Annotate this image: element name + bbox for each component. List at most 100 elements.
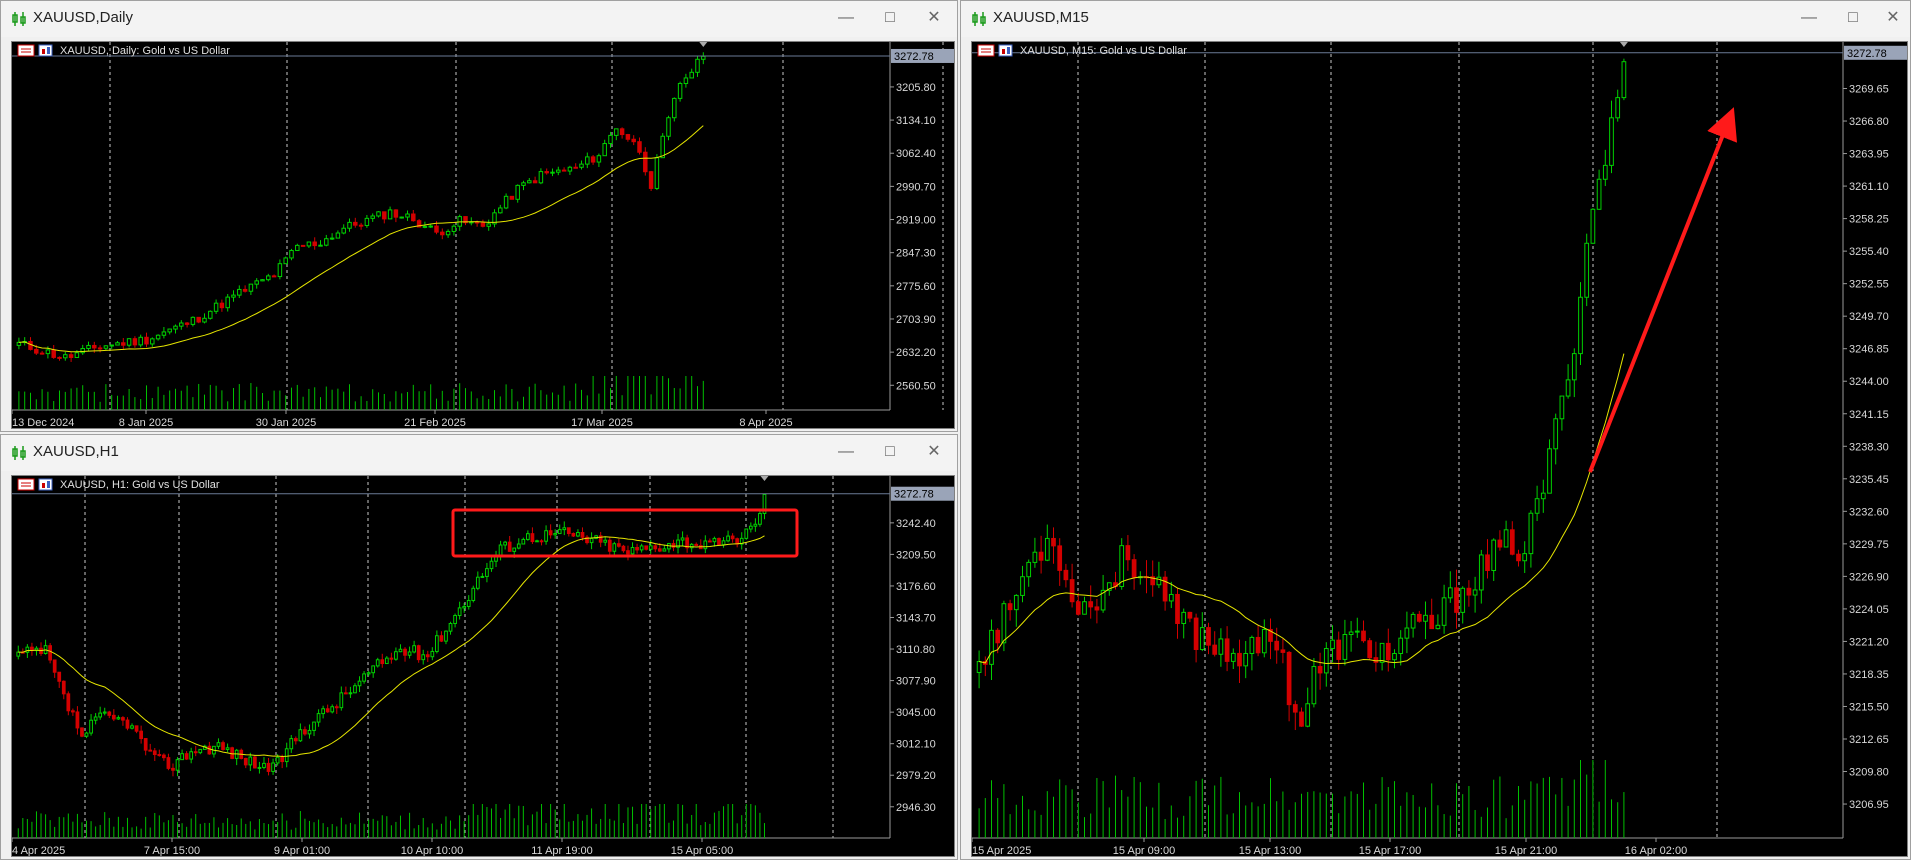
candle-body <box>439 635 444 642</box>
candle-body <box>225 747 230 750</box>
candle-body <box>422 225 428 228</box>
candle-body <box>1398 637 1404 654</box>
candle-body <box>607 539 612 552</box>
candle-body <box>316 713 321 723</box>
price-tick-label: 3012.10 <box>896 739 936 751</box>
candle-body <box>683 77 689 84</box>
candle-body <box>1218 638 1224 655</box>
candle-body <box>1237 652 1242 667</box>
candle-body <box>995 629 1001 644</box>
candle-body <box>412 645 416 653</box>
maximize-icon[interactable]: □ <box>1838 7 1868 29</box>
maximize-icon[interactable]: □ <box>875 7 905 29</box>
candle-body <box>556 169 561 173</box>
candle-body <box>1001 603 1007 644</box>
candle-body <box>1348 631 1354 635</box>
minimize-icon[interactable]: — <box>831 7 861 29</box>
candle-body <box>63 354 68 359</box>
candle-body <box>680 537 685 541</box>
minimize-icon[interactable]: — <box>1794 7 1824 29</box>
close-icon[interactable]: ✕ <box>919 441 949 463</box>
candle-body <box>1590 208 1596 244</box>
candle-body <box>466 599 471 607</box>
candle-body <box>976 661 982 673</box>
last-bar-marker <box>1619 42 1628 47</box>
candle-body <box>614 128 619 136</box>
candle-body <box>515 184 520 200</box>
candle-body <box>451 225 457 232</box>
candle-body <box>221 742 225 750</box>
time-tick-label: 21 Feb 2025 <box>404 417 466 429</box>
candle-body <box>1615 97 1621 119</box>
candle-body <box>384 657 389 665</box>
price-tick-label: 3249.70 <box>1849 311 1889 323</box>
m15-chart-canvas[interactable]: 3269.65 3266.80 3263.95 3261.10 3258.25 3255.… <box>972 42 1908 857</box>
candle-body <box>260 279 265 282</box>
price-tick-label: 3229.75 <box>1849 539 1889 551</box>
candle-body <box>512 547 517 552</box>
daily-chart-canvas[interactable]: 3205.80 3134.10 3062.40 2990.70 2919.00 2847.… <box>12 42 955 429</box>
candle-body <box>631 138 636 143</box>
candle-body <box>695 58 700 73</box>
candle-body <box>143 738 148 751</box>
candle-body <box>348 692 353 695</box>
chart-properties-icon-bar <box>42 483 45 488</box>
daily-chart-window[interactable]: XAUUSD,Daily — □ ✕ 3205.80 3134.10 3062.40… <box>0 0 958 432</box>
price-tick-label: 3062.40 <box>896 148 936 160</box>
candle-body <box>366 672 371 675</box>
candle-body <box>248 283 254 292</box>
candle-body <box>242 288 248 292</box>
candle-body <box>657 548 662 552</box>
time-tick-label: 10 Apr 10:00 <box>401 845 463 857</box>
candle-body <box>1509 529 1515 555</box>
daily-price-chart[interactable]: 3205.80 3134.10 3062.40 2990.70 2919.00 2847.… <box>11 41 955 429</box>
candle-body <box>567 166 573 172</box>
candle-body <box>207 745 212 755</box>
candle-body <box>371 665 376 674</box>
candle-body <box>486 223 491 227</box>
price-tick-label: 3269.65 <box>1849 84 1889 96</box>
candle-body <box>1410 613 1416 629</box>
candle-body <box>1038 551 1044 561</box>
price-tick-label: 3261.10 <box>1849 181 1889 193</box>
candle-body <box>435 635 439 652</box>
time-tick-label: 9 Apr 01:00 <box>274 845 330 857</box>
candle-body <box>703 540 708 550</box>
candle-body <box>93 716 98 721</box>
candle-body <box>1193 617 1199 650</box>
h1-chart-window[interactable]: XAUUSD,H1 — □ ✕ 3242.40 3209.50 3176.60 314… <box>0 434 958 860</box>
minimize-icon[interactable]: — <box>831 441 861 463</box>
m15-chart-window[interactable]: XAUUSD,M15 — □ ✕ 3269.65 3266.80 3263.95 32… <box>960 0 1911 860</box>
h1-window-titlebar[interactable]: XAUUSD,H1 — □ ✕ <box>1 435 957 471</box>
m15-price-chart[interactable]: 3269.65 3266.80 3263.95 3261.10 3258.25 3255.… <box>971 41 1908 857</box>
candle-body <box>660 135 665 159</box>
candle-body <box>362 673 366 682</box>
close-icon[interactable]: ✕ <box>1878 7 1908 29</box>
price-tick-label: 3235.45 <box>1849 474 1889 486</box>
price-tick-label: 3143.70 <box>896 612 936 624</box>
candle-body <box>312 721 316 731</box>
candle-body <box>231 294 236 298</box>
candle-body <box>196 316 201 323</box>
h1-chart-canvas[interactable]: 3242.40 3209.50 3176.60 3143.70 3110.80 3077.… <box>12 476 955 857</box>
time-tick-label: 15 Apr 21:00 <box>1495 845 1557 857</box>
m15-window-titlebar[interactable]: XAUUSD,M15 — □ ✕ <box>961 1 1910 37</box>
time-tick-label: 17 Mar 2025 <box>571 417 633 429</box>
candle-body <box>416 645 421 661</box>
candle-body <box>300 244 306 247</box>
candle-body <box>134 725 139 732</box>
candle-body <box>162 754 166 759</box>
chart-properties-icon <box>38 44 53 57</box>
maximize-icon[interactable]: □ <box>875 441 905 463</box>
daily-window-titlebar[interactable]: XAUUSD,Daily — □ ✕ <box>1 1 957 37</box>
candle-body <box>193 751 198 754</box>
close-icon[interactable]: ✕ <box>919 7 949 29</box>
candle-body <box>457 216 462 227</box>
candle-body <box>662 548 667 552</box>
h1-price-chart[interactable]: 3242.40 3209.50 3176.60 3143.70 3110.80 3077.… <box>11 475 955 857</box>
candle-body <box>167 328 172 333</box>
time-tick-label: 15 Apr 2025 <box>972 845 1031 857</box>
candle-body <box>92 344 97 349</box>
candle-body <box>121 342 126 346</box>
candle-body <box>1292 704 1298 713</box>
